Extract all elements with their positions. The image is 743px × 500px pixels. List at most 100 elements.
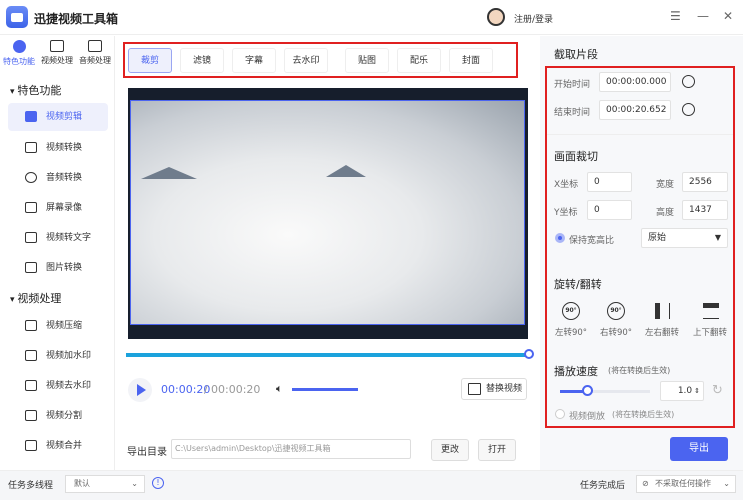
- sidebar-item-add-watermark[interactable]: 视频加水印: [8, 342, 108, 370]
- tab-label: 特色功能: [3, 57, 35, 66]
- clock-icon[interactable]: [682, 75, 695, 88]
- speed-slider[interactable]: [560, 390, 650, 393]
- tab-remove-watermark[interactable]: 去水印: [284, 48, 328, 73]
- rotate-title: 旋转/翻转: [554, 278, 602, 291]
- tab-sticker[interactable]: 贴图: [345, 48, 389, 73]
- sidebar-item-video-edit[interactable]: 视频剪辑: [8, 103, 108, 131]
- video-frame-crop-area[interactable]: [130, 100, 525, 325]
- current-time: 00:00:20: [161, 383, 211, 396]
- open-dir-button[interactable]: 打开: [478, 439, 516, 461]
- width-input[interactable]: 2556: [682, 172, 728, 192]
- reverse-checkbox[interactable]: [555, 409, 565, 419]
- item-label: 视频去水印: [46, 381, 92, 391]
- flip-vertical-icon[interactable]: [703, 303, 719, 319]
- crop-title: 画面裁切: [554, 150, 598, 163]
- replace-icon: [468, 383, 481, 395]
- sidebar-item-video-convert[interactable]: 视频转换: [8, 134, 108, 162]
- rotate-right-icon[interactable]: 90°: [607, 302, 625, 320]
- sidebar-item-audio-convert[interactable]: 音频转换: [8, 164, 108, 192]
- tab-label: 音频处理: [79, 56, 111, 65]
- merge-icon: [25, 440, 37, 451]
- audio-icon: [25, 172, 37, 183]
- rotate-right-label: 右转90°: [599, 328, 633, 338]
- sidebar-item-merge[interactable]: 视频合并: [8, 432, 108, 460]
- sidebar-item-split[interactable]: 视频分割: [8, 402, 108, 430]
- speed-input[interactable]: 1.0 ⇕: [660, 381, 704, 401]
- threads-label: 任务多线程: [8, 481, 54, 491]
- spinner-icon[interactable]: ⇕: [694, 382, 700, 400]
- clock-icon[interactable]: [682, 103, 695, 116]
- replace-video-button[interactable]: 替换视频: [461, 378, 527, 400]
- sidebar-item-remove-watermark[interactable]: 视频去水印: [8, 372, 108, 400]
- sidebar-item-compress[interactable]: 视频压缩: [8, 312, 108, 340]
- item-label: 视频转换: [46, 143, 83, 153]
- change-dir-button[interactable]: 更改: [431, 439, 469, 461]
- threads-value: 默认: [74, 479, 90, 488]
- y-label: Y坐标: [554, 208, 578, 218]
- end-time-input[interactable]: 00:00:20.652: [599, 100, 671, 120]
- rotate-left-label: 左转90°: [554, 328, 588, 338]
- x-input[interactable]: 0: [587, 172, 632, 192]
- end-label: 结束时间: [554, 108, 591, 118]
- mountain: [326, 165, 366, 177]
- keep-ratio-radio[interactable]: [555, 233, 565, 243]
- text-icon: [25, 232, 37, 243]
- item-label: 视频分割: [46, 411, 83, 421]
- speed-note: (将在转换后生效): [608, 366, 671, 375]
- after-task-label: 任务完成后: [580, 481, 626, 491]
- top-tab-audio[interactable]: 音频处理: [76, 40, 114, 66]
- split-icon: [25, 410, 37, 421]
- info-icon[interactable]: !: [152, 477, 164, 489]
- close-icon[interactable]: ✕: [723, 9, 733, 23]
- item-label: 视频加水印: [46, 351, 92, 361]
- sidebar-item-image-convert[interactable]: 图片转换: [8, 254, 108, 282]
- timeline-handle[interactable]: [524, 349, 534, 359]
- time-separator: /: [204, 383, 208, 396]
- volume-slider[interactable]: [292, 388, 358, 391]
- avatar[interactable]: [487, 8, 505, 26]
- menu-icon[interactable]: ☰: [670, 9, 681, 23]
- timeline-bar[interactable]: [126, 353, 530, 357]
- tab-cover[interactable]: 封面: [449, 48, 493, 73]
- ratio-value: 原始: [648, 233, 667, 243]
- export-button[interactable]: 导出: [670, 437, 728, 461]
- item-label: 视频压缩: [46, 321, 83, 331]
- speed-value: 1.0: [677, 386, 693, 396]
- button-label: 替换视频: [486, 384, 523, 394]
- tab-label: 视频处理: [41, 56, 73, 65]
- reset-icon[interactable]: ↻: [712, 383, 723, 398]
- total-time: 00:00:20: [211, 383, 261, 396]
- export-path-input[interactable]: C:\Users\admin\Desktop\迅捷视频工具箱: [171, 439, 411, 459]
- after-task-select[interactable]: ⊘ 不采取任何操作 ⌄: [636, 475, 736, 493]
- item-label: 视频转文字: [46, 233, 92, 243]
- group-features[interactable]: 特色功能: [10, 82, 61, 98]
- minimize-icon[interactable]: —: [697, 9, 709, 23]
- sidebar-item-screen-record[interactable]: 屏幕录像: [8, 194, 108, 222]
- tab-music[interactable]: 配乐: [397, 48, 441, 73]
- volume-icon[interactable]: 🔈︎: [276, 382, 283, 396]
- top-tab-video[interactable]: 视频处理: [38, 40, 76, 66]
- start-time-input[interactable]: 00:00:00.000: [599, 72, 671, 92]
- star-icon: [12, 40, 26, 53]
- speed-handle[interactable]: [582, 385, 593, 396]
- threads-select[interactable]: 默认 ⌄: [65, 475, 145, 493]
- tab-subtitle[interactable]: 字幕: [232, 48, 276, 73]
- flip-horizontal-icon[interactable]: [655, 303, 670, 319]
- login-link[interactable]: 注册/登录: [514, 12, 553, 25]
- tab-crop[interactable]: 裁剪: [128, 48, 172, 73]
- sidebar-item-video-to-text[interactable]: 视频转文字: [8, 224, 108, 252]
- mountain: [141, 167, 197, 179]
- tab-filter[interactable]: 滤镜: [180, 48, 224, 73]
- flip-h-label: 左右翻转: [644, 328, 679, 338]
- rotate-left-icon[interactable]: 90°: [562, 302, 580, 320]
- y-input[interactable]: 0: [587, 200, 632, 220]
- chevron-down-icon: ⌄: [723, 479, 730, 488]
- width-label: 宽度: [656, 180, 675, 190]
- keep-ratio-label: 保持宽高比: [569, 236, 615, 246]
- height-input[interactable]: 1437: [682, 200, 728, 220]
- group-video[interactable]: 视频处理: [10, 290, 61, 306]
- dropdown-icon: ▼: [714, 233, 721, 242]
- ratio-select[interactable]: 原始 ▼: [641, 228, 728, 248]
- top-tab-features[interactable]: 特色功能: [0, 40, 38, 67]
- play-button[interactable]: [128, 378, 152, 402]
